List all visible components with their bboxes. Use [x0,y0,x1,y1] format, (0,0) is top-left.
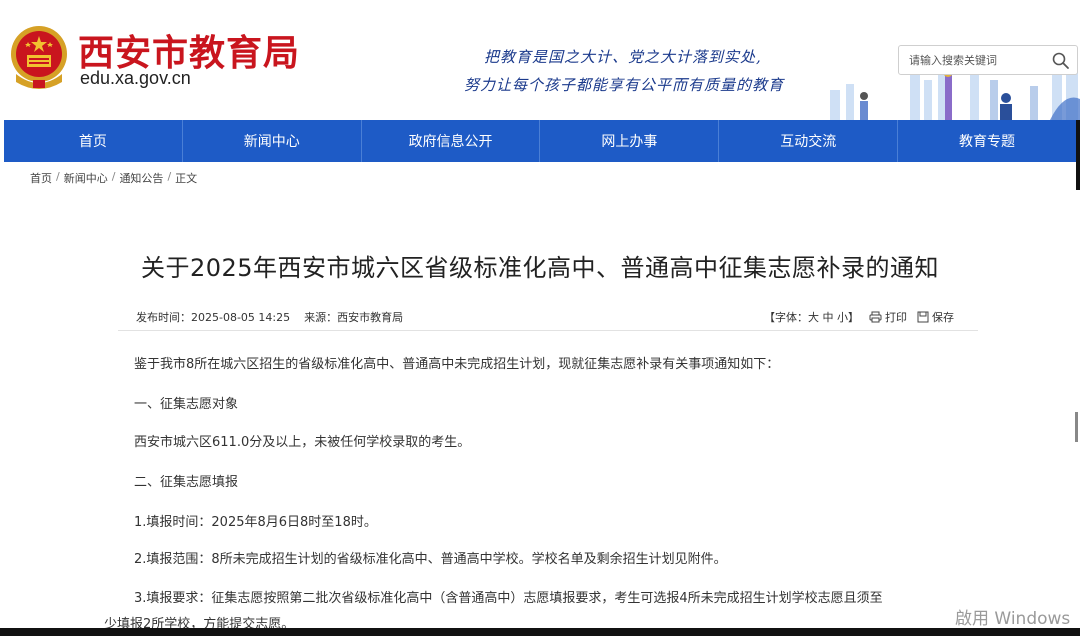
breadcrumb-news[interactable]: 新闻中心 [64,170,108,186]
slogan-line-2: 努力让每个孩子都能享有公平而有质量的教育 [464,76,785,94]
nav-item-news[interactable]: 新闻中心 [183,120,362,162]
paragraph-scope: 2.填报范围：8所未完成招生计划的省级标准化高中、普通高中学校。学校名单及剩余招… [134,552,727,567]
nav-item-online-services[interactable]: 网上办事 [540,120,720,162]
save-button[interactable]: 保存 [917,309,954,325]
printer-icon [869,311,882,323]
section-heading-1: 一、征集志愿对象 [134,397,239,412]
nav-item-gov-info[interactable]: 政府信息公开 [362,120,541,162]
article-source: 来源：西安市教育局 [304,311,404,324]
article-title: 关于2025年西安市城六区省级标准化高中、普通高中征集志愿补录的通知 [140,254,940,282]
slogan-line-1: 把教育是国之大计、党之大计落到实处, [484,48,762,66]
breadcrumb-home[interactable]: 首页 [30,170,52,186]
breadcrumb: 首页 / 新闻中心 / 通知公告 / 正文 [30,170,197,186]
breadcrumb-separator: / [111,170,116,183]
font-size-selector[interactable]: 【字体：大 中 小】 [764,309,859,325]
nav-item-home[interactable]: 首页 [4,120,183,162]
paragraph-intro: 鉴于我市8所在城六区招生的省级标准化高中、普通高中未完成招生计划，现就征集志愿补… [134,357,780,372]
section-heading-2: 二、征集志愿填报 [134,475,239,490]
breadcrumb-separator: / [56,170,60,183]
paragraph-target: 西安市城六区611.0分及以上，未被任何学校录取的考生。 [134,435,471,450]
paragraph-requirements: 3.填报要求：征集志愿按照第二批次省级标准化高中（含普通高中）志愿填报要求，考生… [134,591,883,606]
site-domain: edu.xa.gov.cn [80,68,191,88]
search-input[interactable] [899,53,1039,67]
breadcrumb-current: 正文 [175,172,198,185]
article-tools: 【字体：大 中 小】 打印 保存 [764,309,954,325]
window-edge [1076,120,1080,190]
screen-bottom-edge [0,628,1080,636]
main-nav: 首页 新闻中心 政府信息公开 网上办事 互动交流 教育专题 [4,120,1076,162]
search-icon[interactable] [1051,51,1071,71]
scroll-indicator[interactable] [1073,412,1080,442]
nav-item-topics[interactable]: 教育专题 [898,120,1076,162]
publish-time: 发布时间：2025-08-05 14:25 [136,311,291,324]
breadcrumb-notices[interactable]: 通知公告 [119,170,163,186]
nav-item-interaction[interactable]: 互动交流 [719,120,899,162]
site-header: 西安市教育局 edu.xa.gov.cn 把教育是国之大计、党之大计落到实处, … [0,0,1080,120]
windows-activation-watermark: 啟用 Windows [955,609,1071,629]
paragraph-time: 1.填报时间：2025年8月6日8时至18时。 [134,515,377,530]
save-icon [917,311,929,323]
meta-divider [118,330,978,331]
print-button[interactable]: 打印 [869,309,907,325]
print-label: 打印 [885,311,907,324]
save-label: 保存 [932,311,954,324]
search-box[interactable] [898,45,1078,75]
national-emblem-icon [11,26,67,89]
article-meta: 发布时间：2025-08-05 14:25 来源：西安市教育局 [136,309,403,325]
breadcrumb-separator: / [167,170,172,183]
